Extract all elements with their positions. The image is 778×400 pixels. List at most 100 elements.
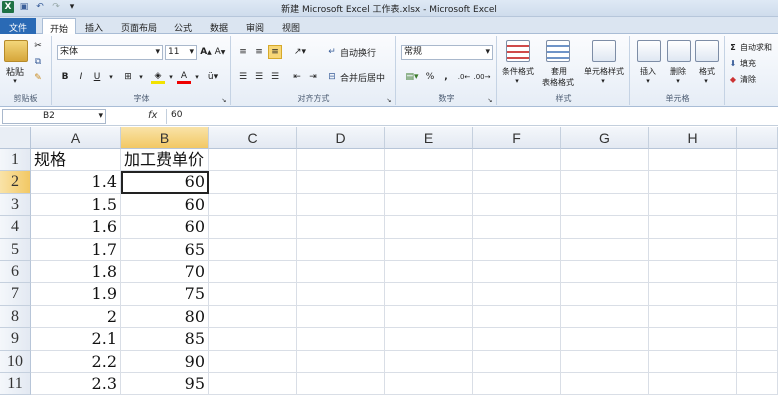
cell-f10[interactable] (473, 350, 561, 373)
cell-h11[interactable] (649, 373, 737, 396)
align-right-icon[interactable]: ☰ (268, 70, 282, 84)
cell-a1[interactable]: 规格 (31, 149, 121, 172)
align-center-icon[interactable]: ☰ (252, 70, 266, 84)
cell-h1[interactable] (649, 149, 737, 172)
format-cells-button[interactable]: 格式 (691, 66, 723, 77)
cell-h9[interactable] (649, 328, 737, 351)
cell-f9[interactable] (473, 328, 561, 351)
cell-a5[interactable]: 1.7 (31, 238, 121, 261)
font-name-select[interactable]: 宋体 ▾ (57, 45, 163, 60)
cell-e8[interactable] (385, 305, 473, 329)
cell-i7[interactable] (737, 283, 778, 306)
cell-d5[interactable] (297, 238, 385, 261)
cell-i9[interactable] (737, 328, 778, 351)
cell-d6[interactable] (297, 261, 385, 284)
wrap-text-button[interactable]: 自动换行 (340, 45, 390, 59)
cell-g10[interactable] (561, 350, 649, 373)
cell-d11[interactable] (297, 373, 385, 396)
orientation-icon[interactable]: ↗▾ (290, 45, 310, 59)
cell-b6[interactable]: 70 (121, 261, 209, 284)
cell-b7[interactable]: 75 (121, 283, 209, 306)
top-align-icon[interactable]: ≡ (236, 45, 250, 59)
cell-f11[interactable] (473, 373, 561, 396)
format-as-table-label-1[interactable]: 套用 (542, 66, 576, 77)
cell-a4[interactable]: 1.6 (31, 216, 121, 239)
cell-c6[interactable] (209, 261, 297, 284)
cell-b8[interactable]: 80 (121, 305, 209, 329)
middle-align-icon[interactable]: ≡ (252, 45, 266, 59)
format-as-table-label-2[interactable]: 表格格式 (538, 77, 578, 88)
comma-style-button[interactable]: , (441, 70, 451, 84)
cell-g11[interactable] (561, 373, 649, 396)
cell-f8[interactable] (473, 305, 561, 329)
italic-button[interactable]: I (75, 70, 87, 84)
cell-c9[interactable] (209, 328, 297, 351)
tab-data[interactable]: 数据 (206, 18, 232, 34)
cell-f6[interactable] (473, 261, 561, 284)
cell-a8[interactable]: 2 (31, 305, 121, 329)
autosum-button[interactable]: 自动求和 (740, 41, 778, 53)
merge-center-icon[interactable]: ⊟ (326, 70, 338, 84)
cell-g7[interactable] (561, 283, 649, 306)
cell-a6[interactable]: 1.8 (31, 261, 121, 284)
cell-e1[interactable] (385, 149, 473, 172)
cell-i11[interactable] (737, 373, 778, 396)
cell-h8[interactable] (649, 305, 737, 329)
cell-a11[interactable]: 2.3 (31, 373, 121, 396)
cell-b1[interactable]: 加工费单价 (121, 149, 209, 172)
cell-e2[interactable] (385, 171, 473, 194)
cell-i4[interactable] (737, 216, 778, 239)
format-painter-icon[interactable]: ✎ (32, 72, 44, 84)
alignment-dialog-launcher-icon[interactable]: ↘ (385, 96, 393, 104)
font-color-icon[interactable]: A (177, 70, 191, 84)
cell-styles-dropdown-icon[interactable]: ▾ (598, 77, 608, 85)
insert-cells-dropdown-icon[interactable]: ▾ (643, 77, 653, 85)
cell-b9[interactable]: 85 (121, 328, 209, 351)
insert-cells-button[interactable]: 插入 (633, 66, 663, 77)
column-header-c[interactable]: C (209, 127, 297, 149)
cell-a7[interactable]: 1.9 (31, 283, 121, 306)
cell-d7[interactable] (297, 283, 385, 306)
conditional-formatting-dropdown-icon[interactable]: ▾ (512, 77, 522, 85)
cell-g9[interactable] (561, 328, 649, 351)
cell-d4[interactable] (297, 216, 385, 239)
row-header-2[interactable]: 2 (0, 171, 31, 194)
row-header-1[interactable]: 1 (0, 149, 31, 172)
cell-d9[interactable] (297, 328, 385, 351)
cell-c8[interactable] (209, 305, 297, 329)
row-header-7[interactable]: 7 (0, 283, 31, 306)
column-header-b[interactable]: B (121, 127, 209, 149)
cell-f2[interactable] (473, 171, 561, 194)
column-header-g[interactable]: G (561, 127, 649, 149)
accounting-format-icon[interactable]: ▤▾ (403, 70, 421, 84)
cell-e11[interactable] (385, 373, 473, 396)
borders-icon[interactable]: ⊞ (121, 70, 135, 84)
row-header-11[interactable]: 11 (0, 373, 31, 396)
cell-c2[interactable] (209, 171, 297, 194)
merge-center-button[interactable]: 合并后居中 (340, 70, 394, 84)
fill-button[interactable]: 填充 (740, 57, 778, 69)
copy-icon[interactable]: ⧉ (32, 56, 44, 68)
row-header-5[interactable]: 5 (0, 238, 31, 261)
cell-b3[interactable]: 60 (121, 193, 209, 217)
cell-i2[interactable] (737, 171, 778, 194)
cell-g3[interactable] (561, 193, 649, 217)
autosum-icon[interactable]: Σ (728, 41, 738, 53)
column-header-f[interactable]: F (473, 127, 561, 149)
cell-a2[interactable]: 1.4 (31, 171, 121, 194)
cell-f3[interactable] (473, 193, 561, 217)
grow-font-icon[interactable]: A ▲ (199, 45, 213, 59)
cell-d8[interactable] (297, 305, 385, 329)
cell-i1[interactable] (737, 149, 778, 172)
cell-g5[interactable] (561, 238, 649, 261)
cell-b5[interactable]: 65 (121, 238, 209, 261)
borders-dropdown-icon[interactable]: ▾ (137, 70, 145, 84)
tab-formulas[interactable]: 公式 (170, 18, 196, 34)
cell-h10[interactable] (649, 350, 737, 373)
font-size-select[interactable]: 11 ▾ (165, 45, 197, 60)
cell-e10[interactable] (385, 350, 473, 373)
cell-a10[interactable]: 2.2 (31, 350, 121, 373)
fill-icon[interactable]: ⬇ (728, 57, 738, 69)
fill-color-dropdown-icon[interactable]: ▾ (167, 70, 175, 84)
cell-b11[interactable]: 95 (121, 373, 209, 396)
